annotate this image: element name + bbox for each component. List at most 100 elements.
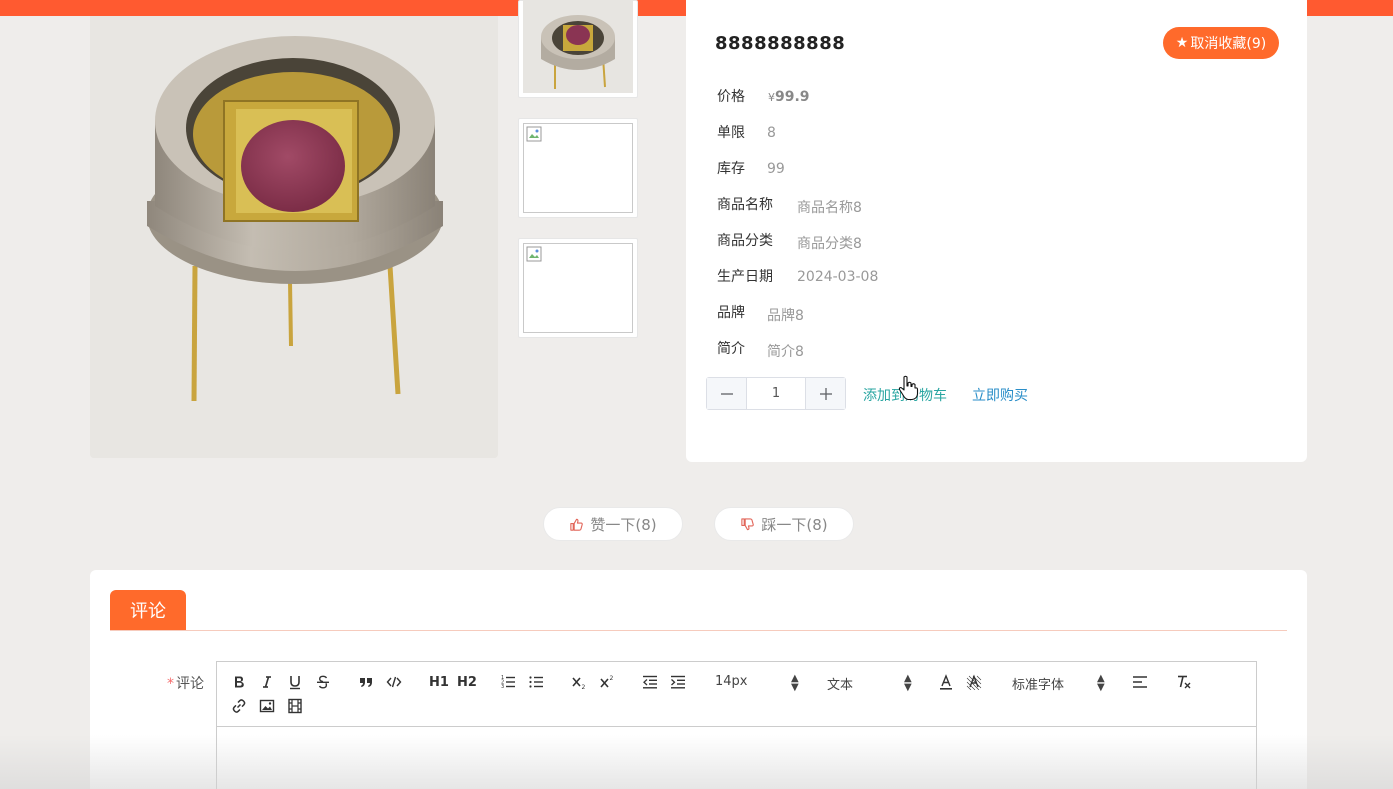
insert-link-button[interactable]	[229, 697, 249, 715]
superscript-button[interactable]: 2	[597, 673, 617, 691]
thumbs-up-icon	[570, 518, 584, 531]
product-main-image	[90, 16, 498, 458]
heading-value: 文本	[827, 678, 854, 693]
strikethrough-icon	[317, 675, 329, 689]
ordered-list-button[interactable]: 123	[498, 673, 518, 691]
unfavorite-button[interactable]: ★ 取消收藏(9)	[1163, 27, 1279, 59]
hand-pointer-cursor-icon	[898, 375, 919, 401]
quantity-input[interactable]	[747, 378, 805, 409]
bold-button[interactable]	[229, 673, 249, 691]
required-mark: *	[167, 676, 174, 692]
insert-image-button[interactable]	[257, 697, 277, 715]
production-date-label: 生产日期	[717, 269, 773, 285]
video-icon	[288, 698, 302, 714]
broken-image-icon	[526, 246, 542, 262]
stock-value: 99	[767, 161, 785, 177]
decrease-quantity-button[interactable]	[707, 378, 747, 409]
dislike-button[interactable]: 踩一下(8)	[714, 507, 854, 541]
unfavorite-label: 取消收藏(9)	[1190, 36, 1267, 52]
ordered-list-icon: 123	[501, 675, 515, 690]
blockquote-button[interactable]	[356, 673, 376, 691]
heading-1-button[interactable]: H1	[427, 673, 451, 691]
bold-icon	[235, 676, 244, 688]
editor-toolbar: H1 H2 123 2 2 14px ▲ ▼ 文本 ▲ ▼ 标准字体 ▲ ▼	[217, 662, 1256, 727]
svg-text:2: 2	[610, 675, 614, 682]
strikethrough-button[interactable]	[313, 673, 333, 691]
intro-label: 简介	[717, 341, 745, 357]
font-color-button[interactable]	[936, 673, 956, 691]
superscript-icon: 2	[600, 675, 614, 688]
thumbnail-3[interactable]	[518, 238, 638, 338]
code-block-button[interactable]	[384, 673, 404, 691]
limit-label: 单限	[717, 125, 745, 141]
italic-icon	[263, 676, 271, 688]
indent-button[interactable]	[668, 673, 688, 691]
quantity-stepper	[706, 377, 846, 410]
font-family-value: 标准字体	[1012, 678, 1065, 693]
category-value: 商品分类8	[797, 236, 862, 252]
select-arrows-icon: ▲ ▼	[1097, 673, 1105, 693]
clear-format-icon	[1178, 675, 1191, 689]
thumbnail-1[interactable]	[518, 0, 638, 98]
subscript-button[interactable]: 2	[569, 673, 589, 691]
svg-text:2: 2	[582, 684, 586, 690]
underline-button[interactable]	[285, 673, 305, 691]
quote-icon	[360, 678, 372, 687]
indent-icon	[671, 675, 685, 689]
increase-quantity-button[interactable]	[805, 378, 845, 409]
dislike-label: 踩一下(8)	[761, 515, 828, 534]
limit-value: 8	[767, 125, 776, 141]
align-button[interactable]	[1130, 673, 1150, 691]
background-color-icon	[966, 674, 982, 690]
product-name-value: 商品名称8	[797, 200, 862, 216]
bullet-list-icon	[529, 676, 543, 688]
insert-video-button[interactable]	[285, 697, 305, 715]
rich-text-editor: H1 H2 123 2 2 14px ▲ ▼ 文本 ▲ ▼ 标准字体 ▲ ▼	[216, 661, 1257, 789]
tab-comments[interactable]: 评论	[110, 590, 186, 630]
thumbs-down-icon	[741, 517, 755, 530]
star-icon: ★	[1175, 35, 1189, 51]
clear-format-button[interactable]	[1174, 673, 1194, 691]
thumbnail-image	[523, 123, 633, 213]
thumbnail-2[interactable]	[518, 118, 638, 218]
outdent-icon	[643, 675, 657, 689]
comment-card: 评论 * 评论 H1 H2 123 2 2 14px ▲ ▼ 文本 ▲ ▼ 标准…	[90, 570, 1307, 789]
bullet-list-button[interactable]	[526, 673, 546, 691]
thumbnail-image	[523, 0, 633, 93]
product-name-label: 商品名称	[717, 197, 773, 213]
font-family-select[interactable]: 标准字体 ▲ ▼	[1012, 673, 1106, 694]
category-label: 商品分类	[717, 233, 773, 249]
code-icon	[386, 676, 402, 688]
background-color-button[interactable]	[964, 673, 984, 691]
align-left-icon	[1133, 676, 1147, 688]
heading-2-button[interactable]: H2	[455, 673, 479, 691]
brand-label: 品牌	[717, 305, 745, 321]
price-value: ¥99.9	[768, 89, 810, 105]
outdent-button[interactable]	[640, 673, 660, 691]
intro-value: 简介8	[767, 344, 804, 360]
italic-button[interactable]	[257, 673, 277, 691]
select-arrows-icon: ▲ ▼	[904, 673, 912, 693]
font-color-icon	[940, 674, 952, 690]
heading-select[interactable]: 文本 ▲ ▼	[827, 673, 913, 694]
thumbnail-image	[523, 243, 633, 333]
product-title: 8888888888	[715, 33, 846, 54]
stock-label: 库存	[717, 161, 745, 177]
select-arrows-icon: ▲ ▼	[791, 673, 799, 693]
broken-image-icon	[526, 126, 542, 142]
link-icon	[232, 699, 246, 713]
underline-icon	[290, 676, 300, 690]
minus-icon	[720, 392, 733, 395]
subscript-icon: 2	[572, 677, 586, 690]
editor-content-area[interactable]	[217, 728, 1256, 789]
like-label: 赞一下(8)	[590, 515, 657, 534]
buy-now-link[interactable]: 立即购买	[972, 385, 1028, 405]
tab-divider	[110, 630, 1287, 631]
font-size-select[interactable]: 14px ▲ ▼	[715, 673, 801, 693]
product-info-card: 8888888888 ★ 取消收藏(9) 价格 ¥99.9 单限 8 库存 99…	[686, 0, 1307, 462]
svg-text:3: 3	[501, 684, 504, 690]
production-date-value: 2024-03-08	[797, 269, 879, 285]
like-button[interactable]: 赞一下(8)	[543, 507, 683, 541]
comment-field-label: * 评论	[167, 676, 204, 692]
brand-value: 品牌8	[767, 308, 804, 324]
